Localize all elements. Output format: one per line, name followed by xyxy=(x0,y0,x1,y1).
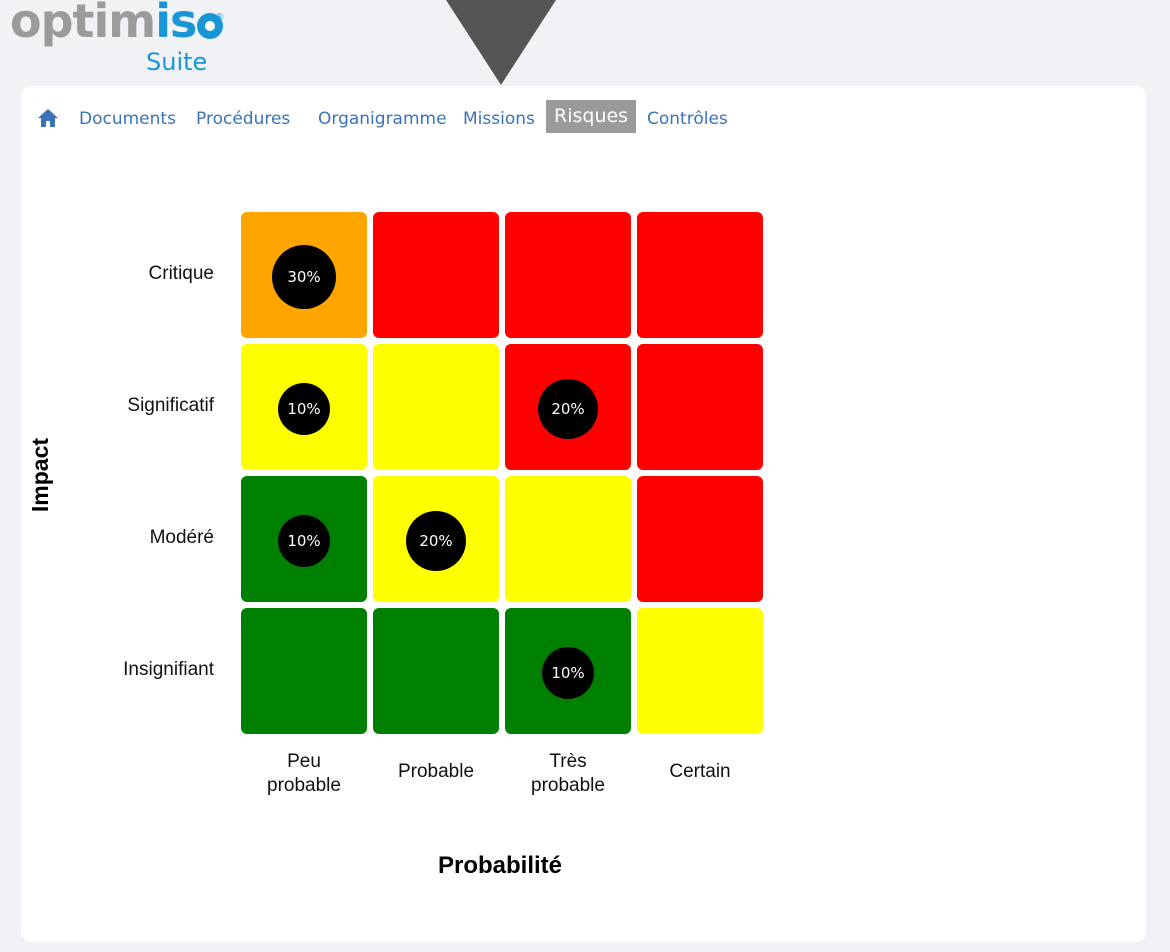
registered-mark: ® xyxy=(216,12,224,23)
top-nav: Documents Procédures Organigramme Missio… xyxy=(21,100,1146,134)
risk-bubble[interactable]: 30% xyxy=(272,245,336,309)
risk-cell[interactable]: 30% xyxy=(241,212,367,338)
risk-cell[interactable]: 10% xyxy=(241,344,367,470)
risk-cell[interactable] xyxy=(373,212,499,338)
risk-cell[interactable] xyxy=(373,344,499,470)
risk-cell[interactable] xyxy=(637,476,763,602)
risk-bubble[interactable]: 20% xyxy=(538,379,598,439)
risk-cell[interactable]: 10% xyxy=(505,608,631,734)
risk-bubble[interactable]: 10% xyxy=(278,515,330,567)
row-label: Critique xyxy=(148,263,214,284)
column-label: Probable xyxy=(397,761,475,782)
row-label: Significatif xyxy=(127,395,214,416)
nav-organigramme[interactable]: Organigramme xyxy=(318,104,447,134)
nav-missions[interactable]: Missions xyxy=(463,104,535,134)
column-label: Très probable xyxy=(531,751,605,796)
risk-bubble[interactable]: 10% xyxy=(542,647,594,699)
impact-axis-title: Impact xyxy=(27,437,53,513)
nav-procedures[interactable]: Procédures xyxy=(196,104,290,134)
pointer-arrow-icon xyxy=(446,0,556,85)
row-label: Modéré xyxy=(149,527,214,548)
risk-cell[interactable] xyxy=(373,608,499,734)
risk-bubble[interactable]: 20% xyxy=(406,511,466,571)
home-icon[interactable] xyxy=(37,108,59,128)
risk-cell[interactable] xyxy=(637,608,763,734)
column-label: Peu probable xyxy=(267,751,341,796)
risk-bubble[interactable]: 10% xyxy=(278,383,330,435)
logo-text-is: is xyxy=(155,0,197,48)
risk-cell[interactable] xyxy=(505,476,631,602)
optimiso-suite-logo: optimis ® Suite xyxy=(10,0,230,80)
column-label: Certain xyxy=(669,761,731,782)
row-label: Insignifiant xyxy=(123,659,214,680)
nav-risques[interactable]: Risques xyxy=(546,100,637,133)
risk-cell[interactable]: 20% xyxy=(505,344,631,470)
logo-wordmark: optimis xyxy=(10,0,224,48)
logo-suite-text: Suite xyxy=(146,48,208,76)
risk-cell[interactable]: 20% xyxy=(373,476,499,602)
risk-cell[interactable] xyxy=(637,344,763,470)
nav-controles[interactable]: Contrôles xyxy=(647,104,728,134)
probabilite-axis-title: Probabilité xyxy=(437,852,563,879)
logo-text-optim: optim xyxy=(10,0,156,48)
risk-cell[interactable]: 10% xyxy=(241,476,367,602)
risk-cell[interactable] xyxy=(505,212,631,338)
risk-cell[interactable] xyxy=(241,608,367,734)
nav-documents[interactable]: Documents xyxy=(79,104,176,134)
risk-cell[interactable] xyxy=(637,212,763,338)
